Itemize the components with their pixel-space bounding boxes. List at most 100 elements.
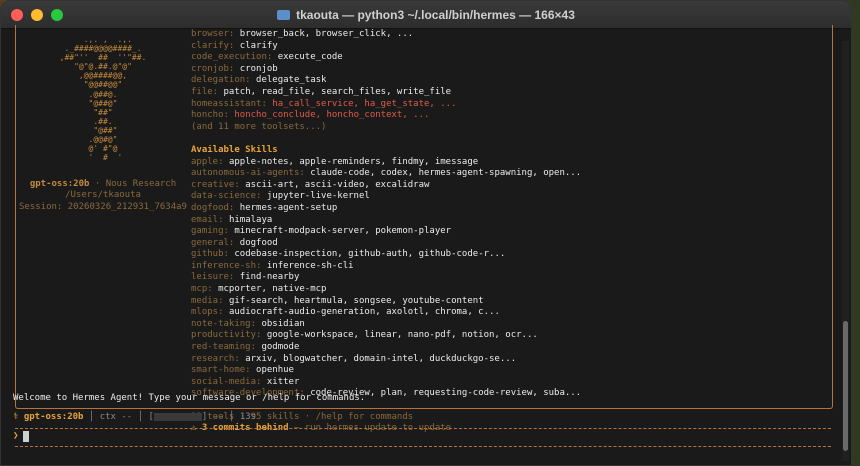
skill-category: gaming: [191, 226, 235, 237]
skill-items: xitter [266, 376, 300, 387]
banner-right-panel: browser: browser_back, browser_click, ..… [191, 29, 831, 435]
skill-list: apple: apple-notes, apple-reminders, fin… [191, 157, 831, 400]
banner-left-panel: .,. , .,. ._####@@@@####_. ,##"'' ## ''"… [16, 35, 190, 214]
skill-row: email: himalaya [191, 215, 831, 227]
skill-items: gif-search, heartmula, songsee, youtube-… [228, 295, 484, 306]
caduceus-ascii-art: .,. , .,. ._####@@@@####_. ,##"'' ## ''"… [59, 35, 147, 163]
skill-items: audiocraft-audio-generation, axolotl, ch… [228, 307, 500, 318]
skills-heading: Available Skills [191, 144, 278, 155]
prompt-symbol: ❯ [13, 431, 19, 441]
toolset-items: browser_back, browser_click, ... [239, 29, 414, 39]
toolset-row: homeassistant: ha_call_service, ha_get_s… [191, 99, 831, 111]
zoom-window-button[interactable] [51, 8, 63, 21]
window-title-text: tkaouta — python3 ~/.local/bin/hermes — … [296, 7, 575, 22]
toolset-category: clarify: [191, 40, 240, 51]
input-cursor[interactable] [23, 431, 29, 442]
skill-items: jupyter-live-kernel [266, 191, 370, 202]
toolset-row: code_execution: execute_code [191, 52, 831, 64]
more-toolsets: (and 11 more toolsets...) [191, 121, 327, 132]
toolset-items: delegate_task [256, 75, 327, 86]
skill-items: openhue [256, 365, 294, 376]
window-title: tkaouta — python3 ~/.local/bin/hermes — … [1, 8, 851, 22]
skill-items: inference-sh-cli [266, 260, 354, 271]
toolset-row: browser: browser_back, browser_click, ..… [191, 29, 831, 41]
scrollbar-thumb[interactable] [843, 321, 848, 451]
skill-items: codebase-inspection, github-auth, github… [234, 249, 506, 260]
skill-row: leisure: find-nearby [191, 272, 831, 284]
input-top-rule [15, 428, 831, 429]
skill-category: productivity: [191, 330, 267, 341]
toolset-category: code_execution: [191, 52, 278, 63]
hermes-banner: .,. , .,. ._####@@@@####_. ,##"'' ## ''"… [15, 25, 833, 433]
toolset-items: execute_code [277, 52, 343, 63]
skill-category: apple: [191, 156, 229, 167]
skill-category: creative: [191, 179, 246, 190]
skill-category: github: [191, 249, 235, 260]
toolset-category: browser: [191, 29, 240, 39]
skill-category: smart-home: [191, 365, 257, 376]
skill-category: red-teaming: [191, 342, 262, 353]
toolset-row: honcho: honcho_conclude, honcho_context,… [191, 110, 831, 122]
skill-row: mlops: audiocraft-audio-generation, axol… [191, 307, 831, 319]
skill-category: media: [191, 295, 229, 306]
skill-category: email: [191, 214, 229, 225]
skill-category: inference-sh: [191, 260, 267, 271]
toolset-items: patch, read_file, search_files, write_fi… [223, 86, 452, 97]
status-model: gpt-oss:20b [23, 412, 84, 422]
skill-items: himalaya [228, 214, 273, 225]
skill-category: research: [191, 353, 246, 364]
skill-row: media: gif-search, heartmula, songsee, y… [191, 296, 831, 308]
skill-category: dogfood: [191, 202, 240, 213]
toolset-row: clarify: clarify [191, 41, 831, 53]
skill-items: dogfood [239, 237, 278, 248]
skill-items: hermes-agent-setup [239, 202, 338, 213]
folder-icon [277, 9, 291, 20]
input-bottom-rule [15, 446, 831, 447]
skill-row: social-media: xitter [191, 377, 831, 389]
skill-category: general: [191, 237, 240, 248]
provider-name: Nous Research [105, 178, 177, 189]
skill-row: smart-home: openhue [191, 365, 831, 377]
status-line: ⚕ gpt-oss:20b │ ctx -- │ [] -- │ 13s [13, 412, 257, 422]
skill-items: godmode [261, 342, 300, 353]
skill-category: social-media: [191, 376, 267, 387]
minimize-window-button[interactable] [31, 8, 43, 21]
toolset-list: browser: browser_back, browser_click, ..… [191, 29, 831, 122]
close-window-button[interactable] [11, 8, 23, 21]
skill-row: autonomous-ai-agents: claude-code, codex… [191, 168, 831, 180]
skill-items: claude-code, codex, hermes-agent-spawnin… [310, 168, 582, 179]
skill-category: data-science: [191, 191, 267, 202]
skill-row: creative: ascii-art, ascii-video, excali… [191, 180, 831, 192]
skill-category: mcp: [191, 284, 219, 295]
skill-items: minecraft-modpack-server, pokemon-player [234, 226, 452, 237]
toolset-row: cronjob: cronjob [191, 64, 831, 76]
skill-row: red-teaming: godmode [191, 342, 831, 354]
toolset-items: honcho_conclude, honcho_context, ... [234, 110, 430, 121]
skill-row: github: codebase-inspection, github-auth… [191, 249, 831, 261]
skill-category: leisure: [191, 272, 240, 283]
toolset-category: homeassistant: [191, 98, 273, 109]
skill-row: note-taking: obsidian [191, 319, 831, 331]
skill-items: google-workspace, linear, nano-pdf, noti… [266, 330, 538, 341]
welcome-message: Welcome to Hermes Agent! Type your messa… [13, 393, 366, 403]
working-directory: /Users/tkaouta [65, 190, 141, 201]
skill-items: find-nearby [239, 272, 300, 283]
toolset-items: ha_call_service, ha_get_state, ... [272, 98, 457, 109]
toolset-category: delegation: [191, 75, 257, 86]
skill-items: mcporter, native-mcp [218, 284, 327, 295]
model-line: gpt-oss:20b · Nous Research [29, 178, 177, 189]
terminal-content[interactable]: .,. , .,. ._####@@@@####_. ,##"'' ## ''"… [1, 25, 851, 465]
toolset-row: delegation: delegate_task [191, 75, 831, 87]
skill-row: general: dogfood [191, 238, 831, 250]
skill-row: research: arxiv, blogwatcher, domain-int… [191, 354, 831, 366]
toolset-items: cronjob [239, 63, 278, 74]
terminal-window[interactable]: tkaouta — python3 ~/.local/bin/hermes — … [0, 0, 852, 466]
skill-category: note-taking: [191, 318, 262, 329]
skill-row: dogfood: hermes-agent-setup [191, 203, 831, 215]
session-id: Session: 20260326_212931_7634a9 [19, 202, 187, 212]
toolset-items: clarify [239, 40, 278, 51]
skill-items: ascii-art, ascii-video, excalidraw [245, 179, 430, 190]
toolset-row: file: patch, read_file, search_files, wr… [191, 87, 831, 99]
skill-row: productivity: google-workspace, linear, … [191, 330, 831, 342]
skill-items: arxiv, blogwatcher, domain-intel, duckdu… [245, 353, 517, 364]
